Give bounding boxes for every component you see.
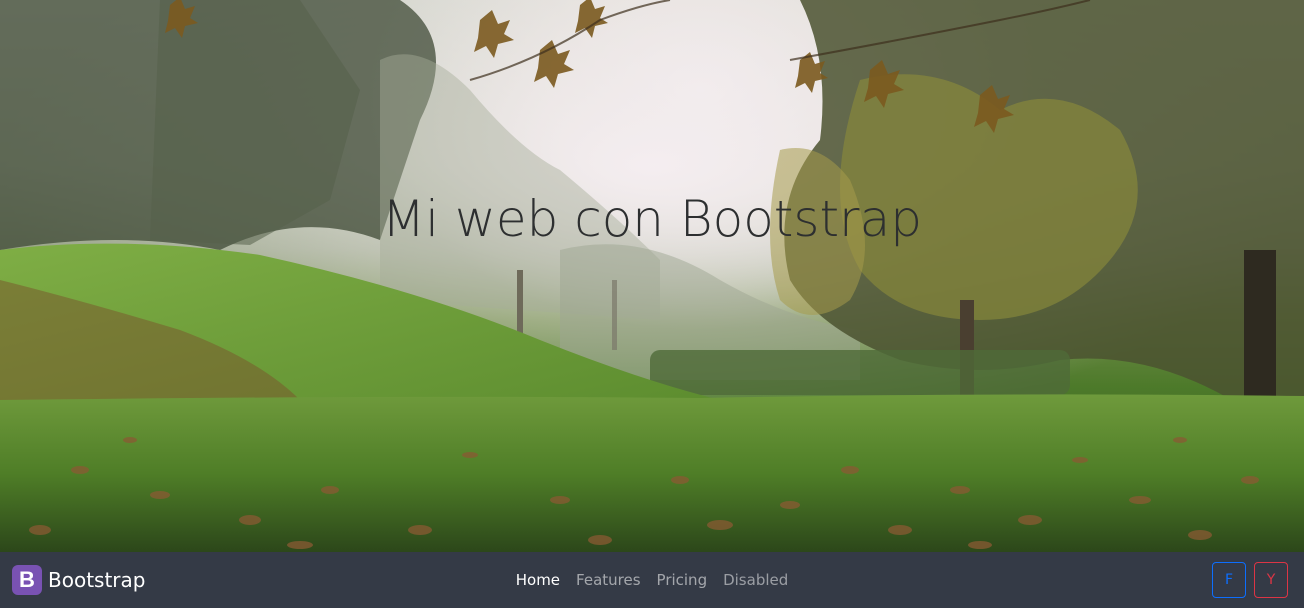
- nav-link-home[interactable]: Home: [508, 571, 568, 589]
- nav-link-features[interactable]: Features: [568, 571, 649, 589]
- hero-background-image: [0, 0, 1304, 552]
- social-buttons: F Y: [1212, 562, 1288, 598]
- hero-banner: Mi web con Bootstrap: [0, 0, 1304, 552]
- brand-name: Bootstrap: [48, 568, 146, 592]
- bottom-navbar: B Bootstrap Home Features Pricing Disabl…: [0, 552, 1304, 608]
- brand-link[interactable]: B Bootstrap: [12, 565, 145, 595]
- youtube-button[interactable]: Y: [1254, 562, 1288, 598]
- nav-link-disabled: Disabled: [723, 571, 789, 589]
- facebook-button[interactable]: F: [1212, 562, 1246, 598]
- page: Mi web con Bootstrap B Bootstrap Home Fe…: [0, 0, 1304, 608]
- nav-links: Home Features Pricing Disabled: [0, 552, 1304, 608]
- nav-link-pricing[interactable]: Pricing: [649, 571, 716, 589]
- bootstrap-logo-icon: B: [12, 565, 42, 595]
- hero-title: Mi web con Bootstrap: [382, 190, 922, 248]
